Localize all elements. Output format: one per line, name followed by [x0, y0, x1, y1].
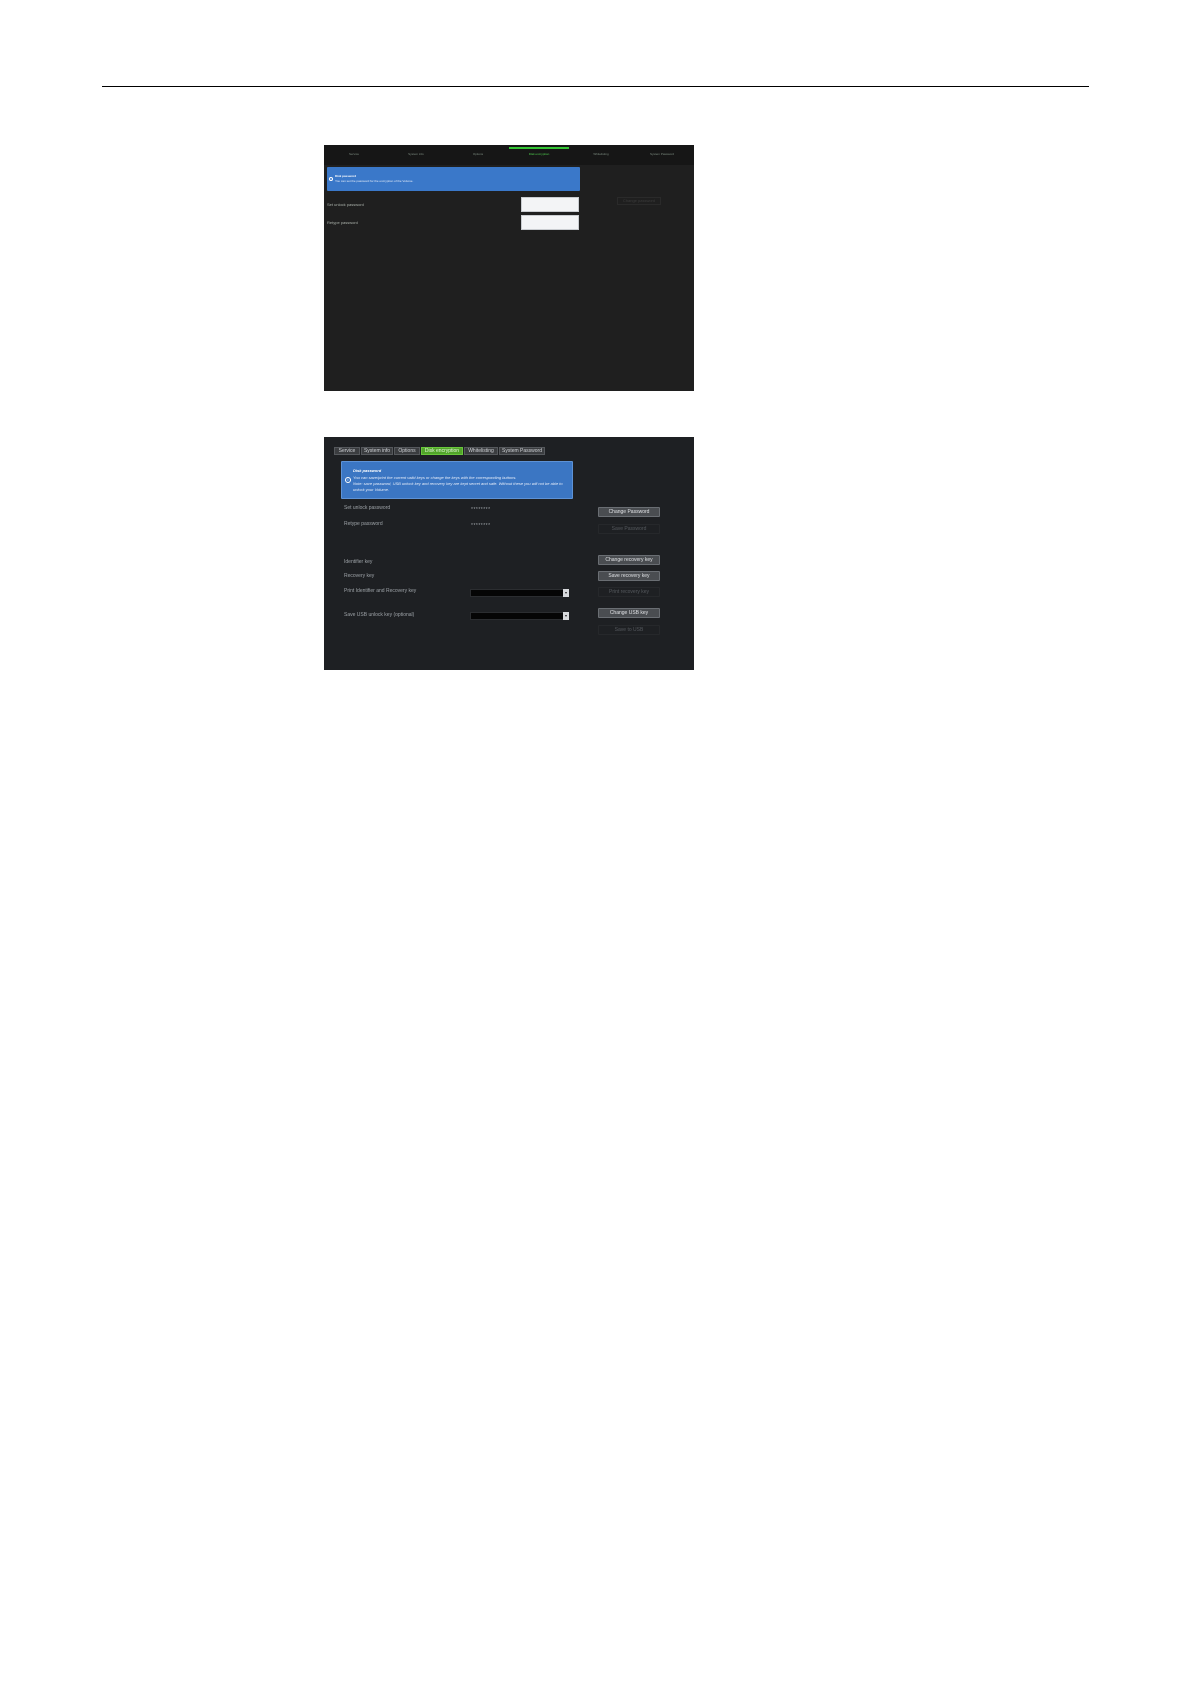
- printer-select[interactable]: ▾: [470, 589, 569, 597]
- retype-password-field[interactable]: [521, 215, 579, 230]
- tab-system-info[interactable]: System info: [361, 447, 393, 455]
- banner-line-3: unlock your Volume.: [353, 487, 390, 492]
- banner-title: Disk password: [353, 468, 382, 473]
- tab-system-password[interactable]: System Password: [632, 152, 692, 156]
- info-icon: i: [345, 477, 351, 483]
- usb-unlock-label: Save USB unlock key (optional): [344, 612, 415, 618]
- active-tab-indicator: [509, 147, 569, 149]
- banner-line-1: You can save/print the current valid key…: [353, 475, 517, 480]
- retype-password-label: Retype password: [344, 521, 383, 527]
- info-icon: [329, 177, 333, 181]
- info-banner: Disk password You can set the password f…: [327, 167, 580, 191]
- tab-options[interactable]: Options: [448, 152, 508, 156]
- tab-disk-encryption[interactable]: Disk encryption: [421, 447, 463, 455]
- chevron-down-icon[interactable]: ▾: [563, 589, 569, 597]
- print-recovery-key-button[interactable]: Print recovery key: [598, 587, 660, 597]
- tab-whitelisting[interactable]: Whitelisting: [464, 447, 498, 455]
- save-password-button[interactable]: Save Password: [598, 524, 660, 534]
- chevron-down-icon[interactable]: ▾: [563, 612, 569, 620]
- tab-service[interactable]: Service: [324, 152, 384, 156]
- set-unlock-password-label: Set unlock password: [327, 202, 364, 207]
- banner-text: You can set the password for the encrypt…: [335, 179, 414, 183]
- tab-bar: Service System info Options Disk encrypt…: [324, 145, 694, 165]
- change-recovery-key-button[interactable]: Change recovery key: [598, 555, 660, 565]
- screenshot-disk-password-keys: Service System info Options Disk encrypt…: [324, 437, 694, 670]
- banner-title: Disk password: [335, 174, 357, 178]
- set-unlock-password-field[interactable]: [521, 197, 579, 212]
- change-password-button[interactable]: Change Password: [598, 507, 660, 517]
- set-unlock-password-label: Set unlock password: [344, 505, 391, 511]
- tab-disk-encryption[interactable]: Disk encryption: [509, 152, 569, 156]
- banner-line-2: Note: save password, USB unlock key and …: [353, 481, 563, 486]
- tab-service[interactable]: Service: [334, 447, 360, 455]
- usb-device-select[interactable]: ▾: [470, 612, 569, 620]
- screenshot-set-password: Service System info Options Disk encrypt…: [324, 145, 694, 391]
- change-password-button[interactable]: Change password: [617, 197, 661, 205]
- set-unlock-password-value: ********: [471, 507, 491, 513]
- change-usb-key-button[interactable]: Change USB key: [598, 608, 660, 618]
- page-header-rule: [102, 86, 1089, 87]
- retype-password-label: Retype password: [327, 220, 358, 225]
- info-banner: i Disk password You can save/print the c…: [341, 461, 573, 499]
- tab-whitelisting[interactable]: Whitelisting: [571, 152, 631, 156]
- tab-system-password[interactable]: System Password: [499, 447, 545, 455]
- save-to-usb-button[interactable]: Save to USB: [598, 625, 660, 635]
- recovery-key-label: Recovery key: [344, 573, 375, 579]
- tab-system-info[interactable]: System info: [386, 152, 446, 156]
- save-recovery-key-button[interactable]: Save recovery key: [598, 571, 660, 581]
- print-identifier-label: Print Identifier and Recovery key: [344, 588, 417, 594]
- tab-options[interactable]: Options: [394, 447, 420, 455]
- identifier-key-label: Identifier key: [344, 559, 373, 565]
- retype-password-value: ********: [471, 523, 491, 529]
